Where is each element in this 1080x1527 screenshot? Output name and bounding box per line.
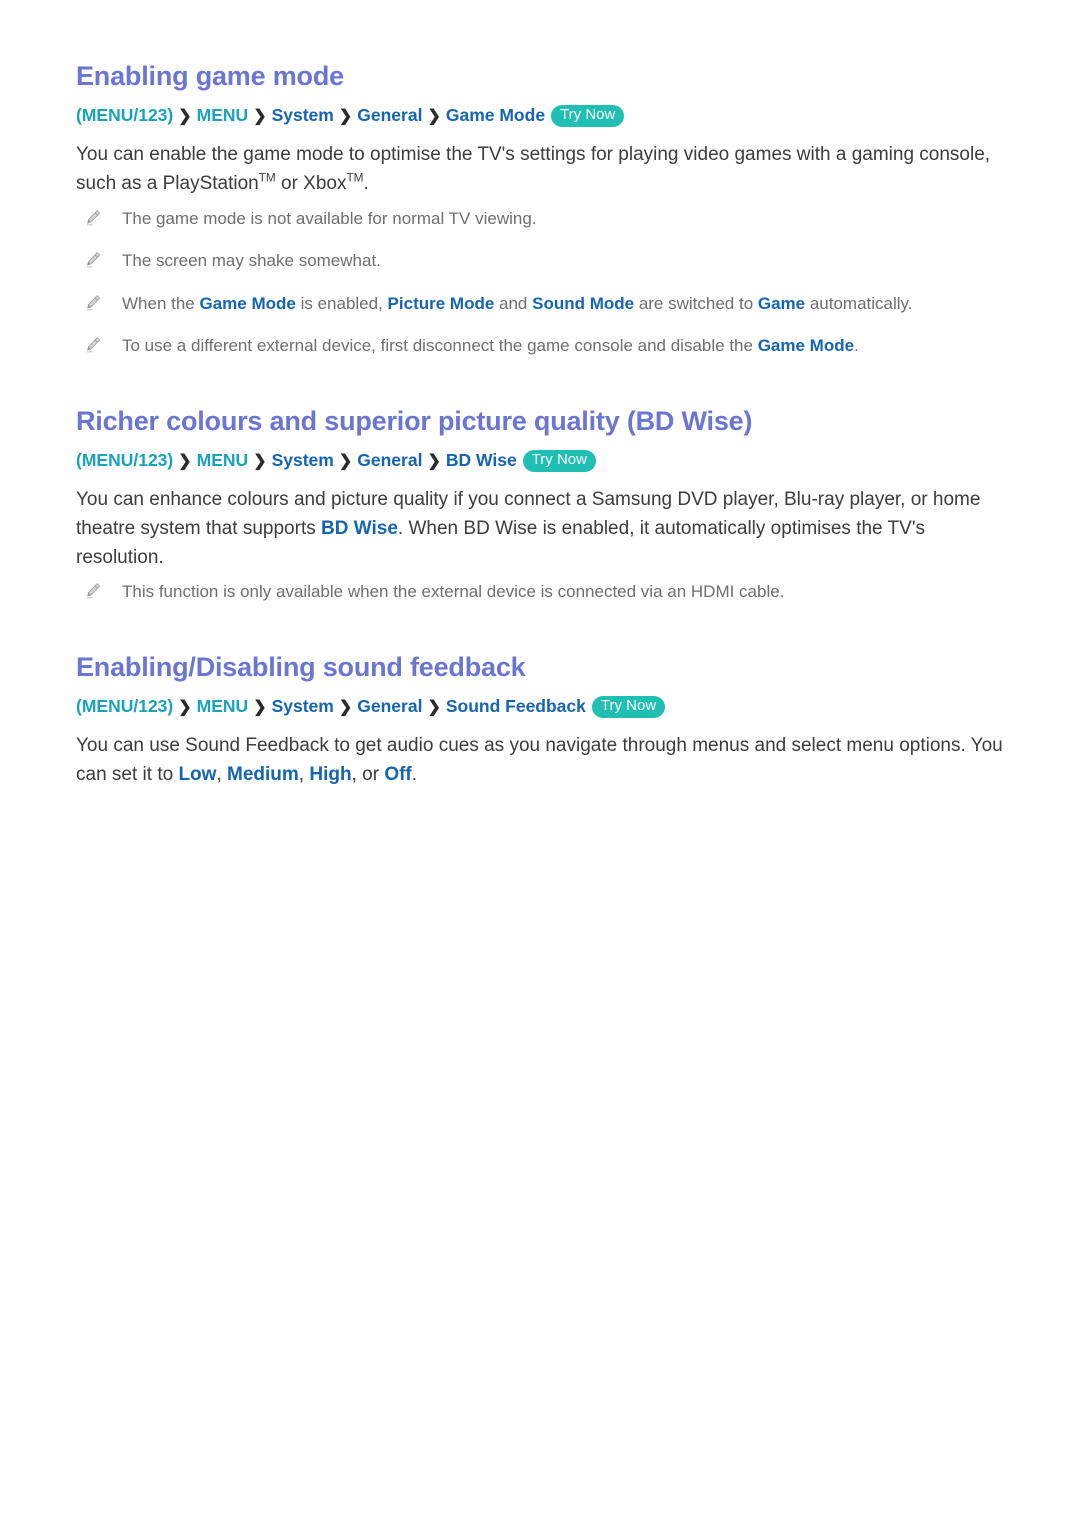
note-text: and bbox=[494, 293, 533, 313]
note-text: This function is only available when the… bbox=[122, 582, 784, 601]
breadcrumb-item-menu[interactable]: MENU bbox=[197, 450, 249, 470]
pencil-icon bbox=[86, 583, 101, 599]
breadcrumb-separator-icon: ❯ bbox=[338, 107, 353, 125]
document-page: Enabling game mode (MENU/123) ❯ MENU ❯ System… bbox=[0, 0, 1080, 790]
note-text: The screen may shake somewhat. bbox=[122, 251, 381, 271]
pencil-icon bbox=[86, 209, 101, 225]
paragraph-text: . bbox=[363, 172, 369, 194]
note-highlighted-term: Game bbox=[757, 293, 806, 313]
note-highlighted-term: Sound Mode bbox=[532, 293, 635, 313]
paragraph-text: or Xbox bbox=[275, 172, 347, 194]
note-text: To use a different external device, firs… bbox=[122, 336, 758, 356]
note-item: To use a different external device, firs… bbox=[76, 334, 1004, 359]
section-heading: Enabling game mode bbox=[76, 61, 344, 91]
breadcrumb-item-menu123[interactable]: MENU/123 bbox=[82, 450, 168, 470]
breadcrumb-item-menu123[interactable]: MENU/123 bbox=[82, 696, 168, 716]
paragraph-text: , or bbox=[351, 763, 385, 785]
breadcrumb-separator-icon: ❯ bbox=[427, 698, 441, 716]
paragraph-text: You can enable the game mode to optimise… bbox=[76, 143, 991, 194]
paragraph-text: , bbox=[298, 763, 310, 785]
breadcrumb-separator-icon: ❯ bbox=[427, 107, 441, 125]
note-text: To use a different external device, firs… bbox=[122, 336, 859, 355]
paragraph-highlighted-term: BD Wise bbox=[321, 517, 398, 539]
pencil-icon bbox=[86, 337, 101, 353]
breadcrumb-separator-icon: ❯ bbox=[253, 698, 267, 716]
breadcrumb-separator-icon: ❯ bbox=[338, 698, 353, 716]
paragraph-trademark-symbol: TM bbox=[346, 171, 364, 185]
note-item: When the Game Mode is enabled, Picture M… bbox=[76, 292, 1004, 317]
note-list: This function is only available when the… bbox=[76, 580, 1004, 605]
paragraph-highlighted-term: Medium bbox=[227, 763, 299, 785]
try-now-badge[interactable]: Try Now bbox=[591, 695, 666, 718]
try-now-badge[interactable]: Try Now bbox=[551, 104, 625, 127]
breadcrumb-item-sound-feedback[interactable]: Sound Feedback bbox=[446, 696, 586, 716]
breadcrumb-item-system[interactable]: System bbox=[272, 696, 334, 716]
breadcrumb-item-menu[interactable]: MENU bbox=[197, 105, 249, 125]
breadcrumb: (MENU/123) ❯ MENU ❯ System ❯ General ❯ Sound Fee… bbox=[76, 693, 1004, 720]
paragraph-highlighted-term: Low bbox=[178, 763, 217, 785]
note-item: This function is only available when the… bbox=[76, 580, 1004, 605]
note-highlighted-term: Game Mode bbox=[199, 293, 296, 313]
breadcrumb-separator-icon: ❯ bbox=[427, 452, 441, 470]
body-paragraph: You can enable the game mode to optimise… bbox=[76, 141, 1004, 199]
breadcrumb-separator-icon: ❯ bbox=[253, 452, 267, 470]
breadcrumb-item-general[interactable]: General bbox=[357, 696, 422, 716]
pencil-icon bbox=[86, 294, 101, 311]
paragraph-trademark-symbol: TM bbox=[258, 171, 276, 185]
paragraph-text: . bbox=[411, 763, 418, 785]
breadcrumb-separator-icon: ❯ bbox=[253, 107, 267, 125]
note-item: The game mode is not available for norma… bbox=[76, 207, 1004, 232]
paragraph-text: , bbox=[216, 763, 228, 785]
note-text: automatically. bbox=[805, 293, 913, 313]
section-heading: Enabling/Disabling sound feedback bbox=[76, 652, 526, 683]
note-text: The screen may shake somewhat. bbox=[122, 251, 381, 270]
note-text: When the bbox=[122, 293, 200, 313]
breadcrumb-separator-icon: ❯ bbox=[178, 698, 192, 716]
note-text: When the Game Mode is enabled, Picture M… bbox=[122, 294, 913, 313]
breadcrumb-item-system[interactable]: System bbox=[272, 450, 334, 470]
body-paragraph: You can enhance colours and picture qual… bbox=[76, 486, 1004, 573]
section-heading: Richer colours and superior picture qual… bbox=[76, 406, 753, 437]
note-highlighted-term: Game Mode bbox=[757, 336, 855, 356]
breadcrumb-item-bd-wise[interactable]: BD Wise bbox=[446, 450, 517, 470]
breadcrumb-item-game-mode[interactable]: Game Mode bbox=[446, 105, 545, 125]
paragraph-highlighted-term: Off bbox=[384, 763, 412, 785]
note-text: are switched to bbox=[634, 293, 758, 313]
note-item: The screen may shake somewhat. bbox=[76, 249, 1004, 274]
note-text: The game mode is not available for norma… bbox=[122, 208, 537, 228]
breadcrumb-item-menu[interactable]: MENU bbox=[197, 696, 249, 716]
breadcrumb-separator-icon: ❯ bbox=[178, 452, 192, 470]
breadcrumb-item-system[interactable]: System bbox=[272, 105, 334, 125]
breadcrumb-separator-icon: ❯ bbox=[178, 107, 192, 125]
sections-container: Enabling game mode (MENU/123) ❯ MENU ❯ System… bbox=[76, 60, 1004, 790]
paragraph-highlighted-term: High bbox=[309, 763, 352, 785]
breadcrumb: (MENU/123) ❯ MENU ❯ System ❯ General ❯ BD Wise Tr… bbox=[76, 447, 1004, 474]
pencil-icon bbox=[86, 252, 101, 268]
note-list: The game mode is not available for norma… bbox=[76, 207, 1004, 360]
note-text: . bbox=[854, 336, 859, 356]
note-highlighted-term: Picture Mode bbox=[387, 293, 495, 313]
breadcrumb-item-general[interactable]: General bbox=[357, 450, 422, 470]
document-section: Richer colours and superior picture qual… bbox=[76, 405, 1004, 605]
note-text: This function is only available when the… bbox=[122, 582, 785, 602]
note-text: is enabled, bbox=[295, 293, 388, 313]
document-section: Enabling/Disabling sound feedback (MENU/1… bbox=[76, 651, 1004, 790]
breadcrumb-separator-icon: ❯ bbox=[338, 452, 353, 470]
breadcrumb: (MENU/123) ❯ MENU ❯ System ❯ General ❯ Game Mode… bbox=[76, 102, 1004, 129]
note-text: The game mode is not available for norma… bbox=[122, 209, 537, 228]
try-now-badge[interactable]: Try Now bbox=[522, 449, 596, 472]
breadcrumb-item-general[interactable]: General bbox=[357, 105, 422, 125]
breadcrumb-item-menu123[interactable]: MENU/123 bbox=[82, 105, 168, 125]
document-section: Enabling game mode (MENU/123) ❯ MENU ❯ System… bbox=[76, 60, 1004, 359]
body-paragraph: You can use Sound Feedback to get audio … bbox=[76, 732, 1004, 790]
